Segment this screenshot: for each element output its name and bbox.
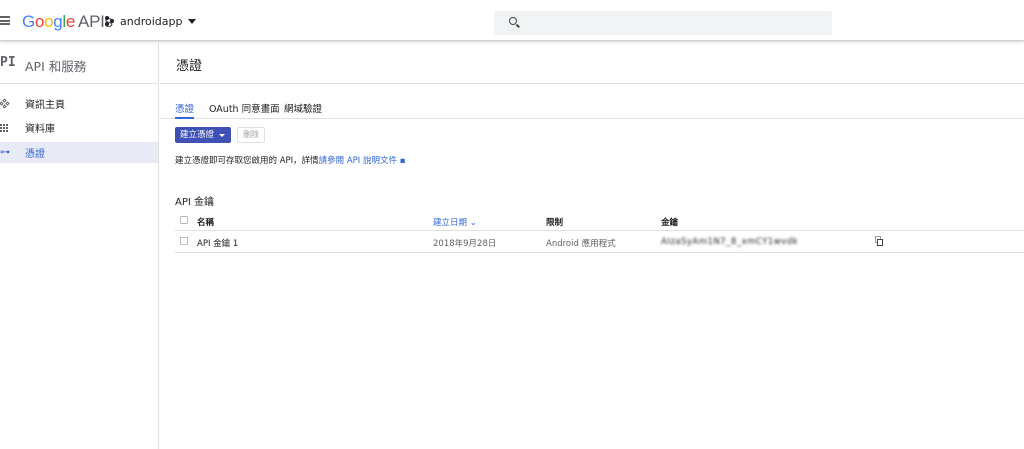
project-name: androidapp (120, 15, 183, 28)
delete-button[interactable]: 刪除 (237, 127, 265, 143)
tab-credentials[interactable]: 憑證 (175, 101, 195, 119)
caret-down-icon (219, 134, 225, 137)
logo-letter: e (65, 12, 76, 31)
external-link-icon: ▪ (397, 156, 406, 166)
main-content: 憑證 憑證 OAuth 同意畫面 網域驗證 建立憑證 刪除 建立憑證即可存取您啟… (160, 42, 1024, 449)
google-apis-logo[interactable]: Google APIs (22, 12, 113, 32)
search-input[interactable] (494, 11, 832, 35)
library-icon (0, 123, 10, 133)
column-header-created[interactable]: 建立日期 ⌄ (433, 216, 477, 228)
sidebar-item-dashboard[interactable]: 資訊主頁 (0, 93, 158, 114)
dashboard-icon (0, 97, 10, 109)
logo-letter: o (44, 12, 54, 31)
sort-arrow-icon: ⌄ (469, 218, 477, 228)
column-header-restriction[interactable]: 限制 (546, 216, 563, 228)
tab-bar: 憑證 OAuth 同意畫面 網域驗證 (160, 99, 1024, 119)
column-header-name[interactable]: 名稱 (197, 216, 214, 228)
copy-icon[interactable] (875, 236, 883, 246)
sidebar-item-credentials[interactable]: ⊶ 憑證 (0, 142, 158, 163)
sidebar: PI API 和服務 資訊主頁 資料庫 ⊶ 憑證 (0, 42, 159, 449)
info-text: 建立憑證即可存取您啟用的 API，詳情請參閱 API 說明文件 ▪ (175, 154, 405, 166)
top-app-bar: Google APIs androidapp (0, 0, 1024, 41)
created-date: 2018年9月28日 (433, 239, 497, 249)
search-icon (509, 17, 517, 25)
api-logo-icon: PI (0, 55, 16, 70)
restriction-value: Android 應用程式 (546, 239, 616, 249)
sidebar-title: API 和服務 (25, 59, 87, 74)
api-key-value: AIzaSyAm1N7_8_xmCY1wvdk (661, 237, 799, 247)
sidebar-item-label: 資訊主頁 (25, 100, 65, 111)
info-prefix: 建立憑證即可存取您啟用的 API，詳情 (175, 156, 319, 166)
create-credentials-label: 建立憑證 (180, 130, 215, 140)
table-row[interactable]: API 金鑰 1 2018年9月28日 Android 應用程式 AIzaSyA… (175, 231, 1024, 253)
sidebar-item-label: 資料庫 (25, 124, 55, 135)
tab-domain-verification[interactable]: 網域驗證 (284, 101, 322, 119)
column-header-created-label: 建立日期 (433, 218, 468, 228)
page-header: 憑證 (160, 42, 1024, 84)
sidebar-item-library[interactable]: 資料庫 (0, 117, 158, 138)
key-name-link[interactable]: API 金鑰 1 (197, 237, 238, 249)
sidebar-item-label: 憑證 (25, 149, 45, 160)
row-checkbox[interactable] (180, 237, 188, 245)
chevron-down-icon (188, 19, 197, 24)
key-icon: ⊶ (0, 146, 10, 158)
project-selector[interactable]: androidapp (105, 15, 197, 28)
project-icon (105, 16, 115, 27)
create-credentials-button[interactable]: 建立憑證 (175, 127, 231, 143)
api-keys-table: 名稱 建立日期 ⌄ 限制 金鑰 API 金鑰 1 2018年9月28日 Andr… (175, 212, 1024, 253)
page-title: 憑證 (176, 59, 203, 74)
logo-letter: o (34, 12, 45, 31)
sidebar-header: PI API 和服務 (0, 42, 158, 84)
menu-icon[interactable] (0, 16, 10, 25)
select-all-checkbox[interactable] (180, 216, 188, 224)
tab-oauth-consent[interactable]: OAuth 同意畫面 (209, 101, 280, 119)
section-title: API 金鑰 (175, 197, 214, 208)
table-header-row: 名稱 建立日期 ⌄ 限制 金鑰 (175, 212, 1024, 231)
logo-letter: G (22, 12, 35, 31)
column-header-key[interactable]: 金鑰 (661, 216, 678, 228)
api-docs-link[interactable]: 請參閱 API 說明文件 (319, 156, 397, 166)
